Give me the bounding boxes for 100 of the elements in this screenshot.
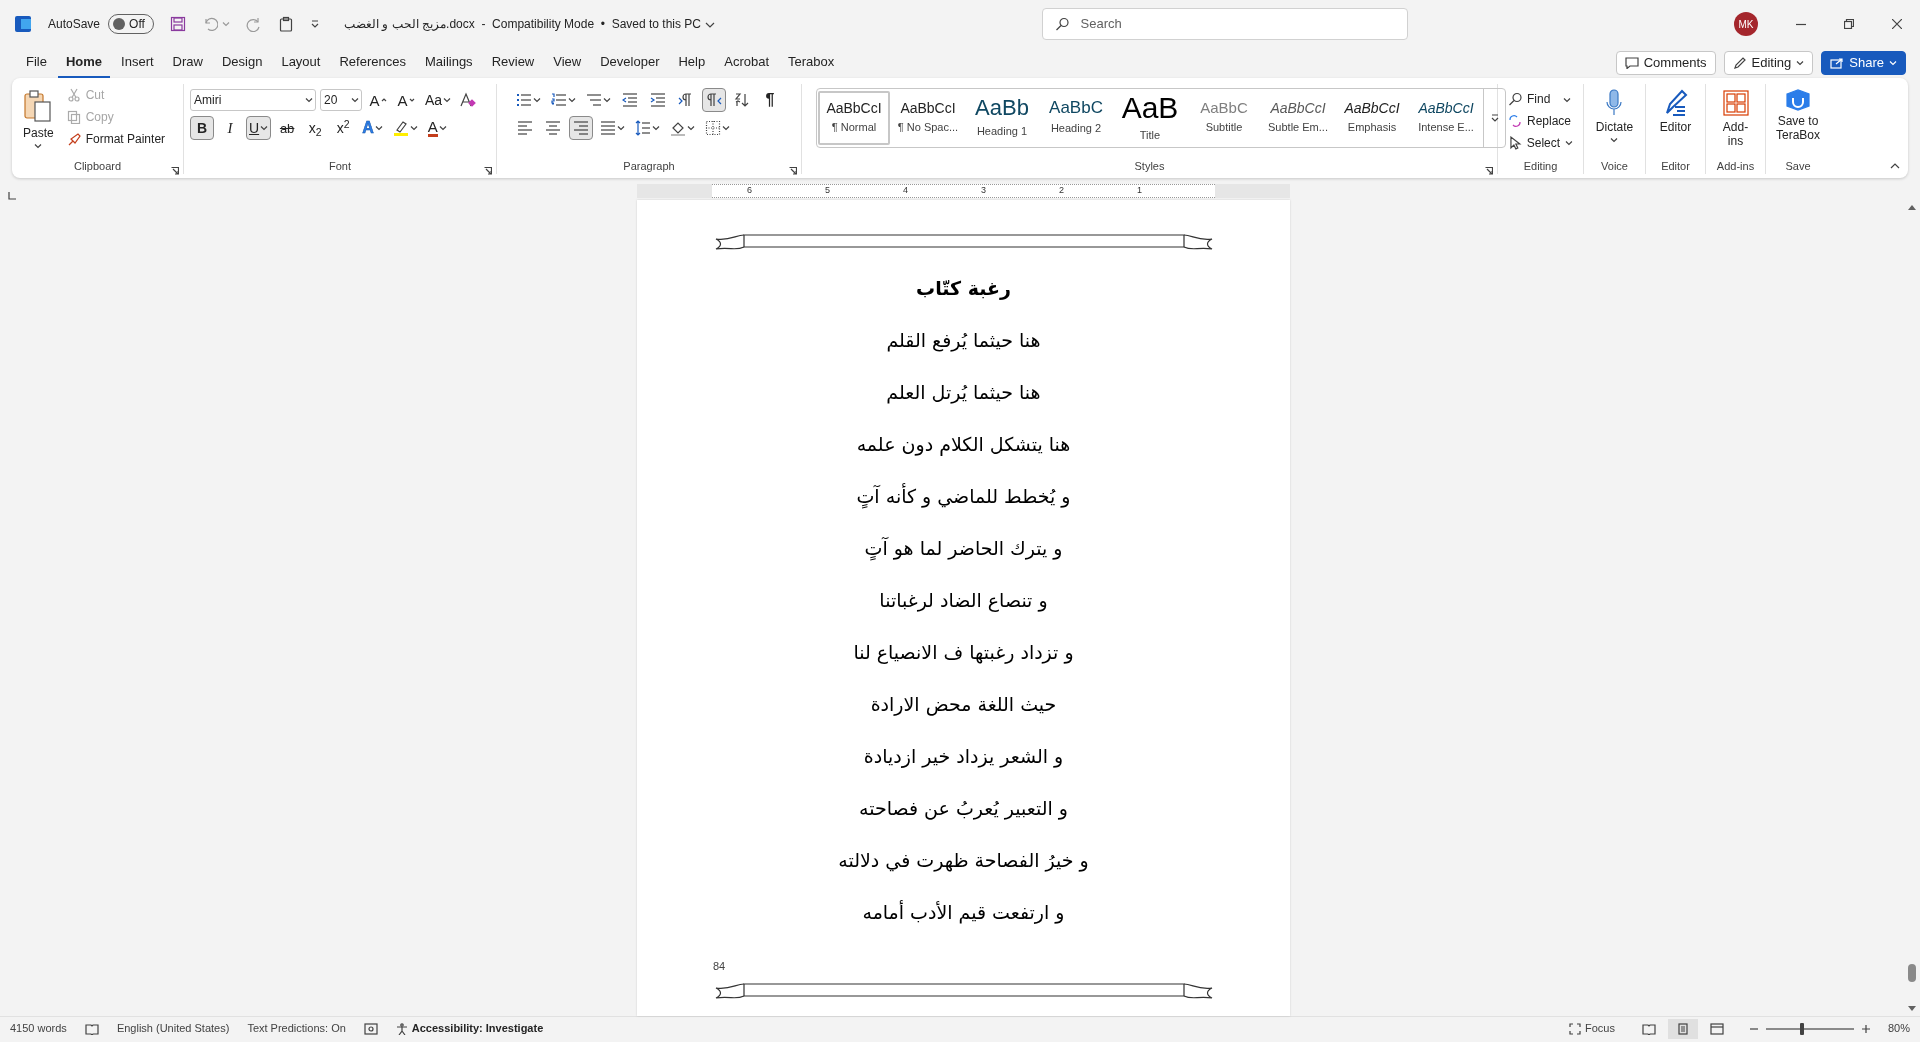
style-tile[interactable]: AaBbC Subtitle xyxy=(1188,91,1260,145)
center-icon xyxy=(545,120,561,136)
caret-icon xyxy=(1565,140,1573,146)
format-painter-button[interactable]: Format Painter xyxy=(62,128,170,150)
ribbon-tab[interactable]: Developer xyxy=(592,48,668,78)
brush-icon xyxy=(66,132,81,146)
replace-button[interactable]: Replace xyxy=(1504,110,1577,132)
subscript-button[interactable]: x$_{2}$ xyxy=(303,116,328,140)
share-button[interactable]: Share xyxy=(1821,51,1906,75)
sort-icon xyxy=(734,92,750,108)
comments-button[interactable]: Comments xyxy=(1615,51,1716,75)
dialog-launcher-icon[interactable] xyxy=(171,167,179,176)
ribbon-tab[interactable]: Draw xyxy=(164,48,211,78)
language-status[interactable]: English (United States) xyxy=(116,1020,230,1037)
group-label: Editor xyxy=(1661,158,1690,174)
save-icon[interactable] xyxy=(170,16,187,32)
scroll-up-icon[interactable] xyxy=(1908,204,1916,210)
marks-button[interactable]: ¶ xyxy=(758,88,782,112)
font-size-field[interactable]: 20 xyxy=(320,89,362,111)
ribbon-tab[interactable]: Layout xyxy=(273,48,329,78)
accessibility-status[interactable]: Accessibility: Investigate xyxy=(395,1020,544,1037)
style-tile[interactable]: AaBbCcI Subtle Em... xyxy=(1262,91,1334,145)
zoom-percentage[interactable]: 80% xyxy=(1887,1020,1910,1037)
ribbon-tab[interactable]: File xyxy=(18,48,55,78)
case-button[interactable]: Aa xyxy=(422,88,455,112)
rtl-button[interactable] xyxy=(702,88,726,112)
word-count[interactable]: 4150 words xyxy=(10,1020,67,1037)
user-avatar[interactable]: MK xyxy=(1734,12,1758,36)
gallery-expand-icon[interactable] xyxy=(1489,113,1500,123)
search-field[interactable]: Search xyxy=(1078,13,1395,35)
focus-icon xyxy=(1569,1022,1581,1035)
scrollbar-thumb[interactable] xyxy=(1908,964,1916,982)
ribbon-tab[interactable]: Review xyxy=(483,48,543,78)
search-bar[interactable]: Search xyxy=(1041,8,1408,40)
chevron-down-icon[interactable] xyxy=(705,20,716,29)
ribbon-tab[interactable]: View xyxy=(545,48,590,78)
underline-button[interactable]: U xyxy=(246,116,272,140)
tab-stop-icon[interactable] xyxy=(8,191,16,200)
caret-icon xyxy=(652,125,660,131)
color-button[interactable]: A xyxy=(424,116,450,140)
justify-icon xyxy=(600,120,616,136)
collapse-ribbon-icon[interactable] xyxy=(1890,162,1900,170)
effects-button[interactable]: A xyxy=(359,116,386,140)
style-tile[interactable]: AaBbCcI ¶ Normal xyxy=(818,91,890,145)
editor-button[interactable]: Editor xyxy=(1654,84,1697,158)
dialog-launcher-icon[interactable] xyxy=(789,167,797,176)
cursor-icon xyxy=(1508,136,1522,150)
find-button[interactable]: Find xyxy=(1504,88,1577,110)
style-preview: AaBbCcI xyxy=(1270,100,1326,115)
style-tile[interactable]: AaBbCcI ¶ No Spac... xyxy=(892,91,964,145)
ribbon-tab[interactable]: References xyxy=(331,48,414,78)
focus-button[interactable]: Focus xyxy=(1568,1019,1616,1038)
style-tile[interactable]: AaBbCcI Emphasis xyxy=(1336,91,1408,145)
clear-formatting-icon[interactable] xyxy=(458,91,477,109)
caret-icon xyxy=(1610,137,1619,144)
macro-icon[interactable] xyxy=(363,1022,378,1035)
dialog-launcher-icon[interactable] xyxy=(484,167,492,176)
dictate-button[interactable]: Dictate xyxy=(1590,84,1639,158)
scroll-down-icon[interactable] xyxy=(1908,1006,1916,1012)
shrink-button[interactable]: A xyxy=(394,88,418,112)
poem-line: و تزداد رغبتها ف الانصياع لنا xyxy=(853,640,1074,666)
restore-icon[interactable] xyxy=(1844,19,1854,29)
font-name-field[interactable]: Amiri xyxy=(190,89,316,111)
proofing-book-icon[interactable] xyxy=(84,1022,99,1035)
ribbon-tab[interactable]: Help xyxy=(670,48,714,78)
save-to-cloud-button[interactable]: Save to TeraBox xyxy=(1771,84,1825,158)
superscript-button[interactable]: x$^{2}$ xyxy=(331,116,356,140)
close-icon[interactable] xyxy=(1892,19,1902,29)
style-name: Heading 1 xyxy=(976,123,1028,139)
add-ins-button[interactable]: Add-ins xyxy=(1712,84,1759,158)
zoom-in-icon[interactable] xyxy=(1861,1024,1870,1033)
ribbon-tab[interactable]: Insert xyxy=(113,48,162,78)
clipboard-icon[interactable] xyxy=(278,16,295,32)
shading-icon xyxy=(670,120,686,136)
style-tile[interactable]: AaBbC Heading 2 xyxy=(1040,91,1112,145)
paste-button[interactable]: Paste xyxy=(18,84,59,158)
bold-button[interactable]: B xyxy=(190,116,214,140)
window-title[interactable]: مزيج الحب و الغضب.docx - Compatibility Mode • Saved to this PC xyxy=(344,15,702,33)
style-name: ¶ Normal xyxy=(831,119,877,135)
italic-button[interactable]: I xyxy=(218,116,242,140)
dialog-launcher-icon[interactable] xyxy=(1485,167,1493,176)
grow-button[interactable]: A xyxy=(366,88,390,112)
strike-button[interactable]: ab xyxy=(275,116,300,140)
customize-caret-icon[interactable] xyxy=(310,19,321,29)
ruler-number: 4 xyxy=(902,184,908,198)
ribbon-tab[interactable]: Acrobat xyxy=(716,48,778,78)
style-tile[interactable]: AaBb Heading 1 xyxy=(966,91,1038,145)
ribbon-tab[interactable]: Design xyxy=(213,48,271,78)
text-predictions-status[interactable]: Text Predictions: On xyxy=(247,1020,346,1037)
ribbon-tab[interactable]: Terabox xyxy=(780,48,843,78)
style-tile[interactable]: AaBbCcI Intense E... xyxy=(1410,91,1482,145)
zoom-slider-thumb[interactable] xyxy=(1799,1022,1804,1035)
align-right-button[interactable] xyxy=(569,116,593,140)
select-button[interactable]: Select xyxy=(1504,132,1577,154)
editing-button[interactable]: Editing xyxy=(1723,51,1814,75)
rtl-icon xyxy=(706,92,722,108)
style-tile[interactable]: AaB Title xyxy=(1114,91,1186,145)
font-name: Amiri xyxy=(194,92,222,109)
ribbon-tab[interactable]: Mailings xyxy=(416,48,481,78)
print-view-button[interactable] xyxy=(1667,1018,1698,1039)
